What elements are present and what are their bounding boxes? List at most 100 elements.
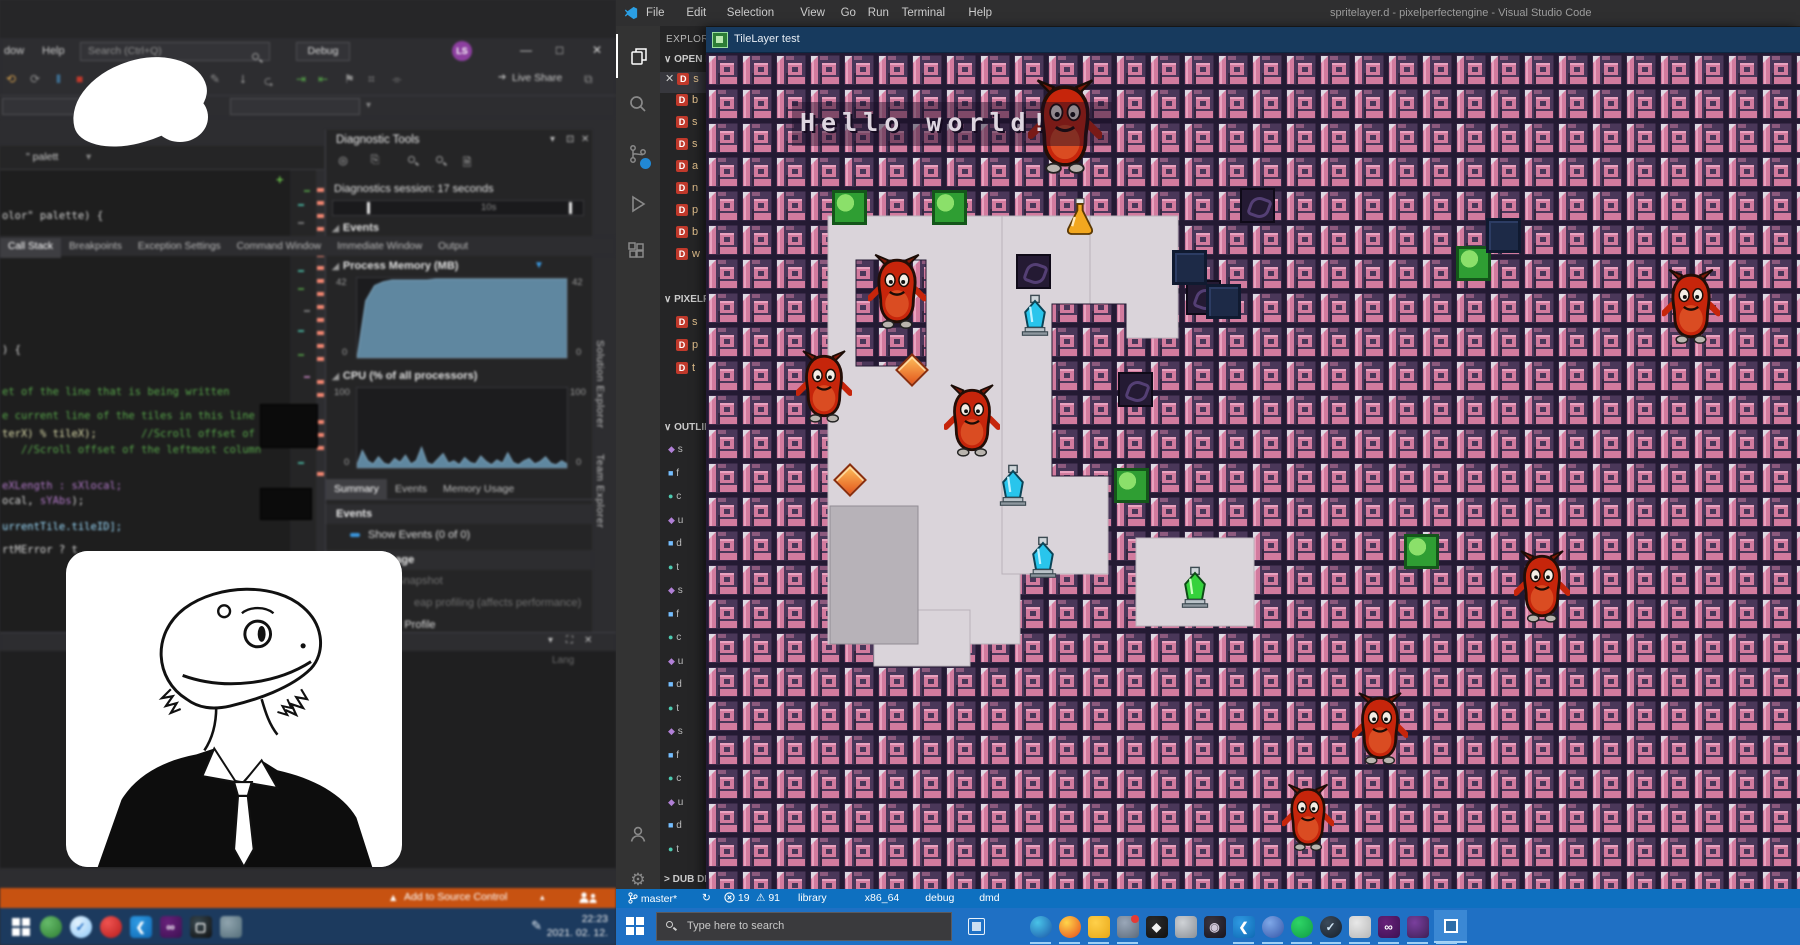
panel-close-icon[interactable]: ✕	[584, 635, 592, 646]
outline-symbol-row[interactable]: ■ d	[668, 820, 682, 831]
diag-zoom-out-icon[interactable]	[428, 154, 450, 174]
taskbar-icon-owl-app[interactable]: ◉	[1202, 914, 1227, 939]
outline-symbol-row[interactable]: ◆ s	[668, 726, 683, 737]
heap-profiling-label[interactable]: eap profiling (affects performance)	[414, 597, 581, 609]
bottom-tab-output[interactable]: Output	[430, 238, 476, 252]
team-explorer-tab[interactable]: Team Explorer	[594, 454, 606, 528]
menu-run[interactable]: Run	[868, 7, 889, 19]
minimize-button[interactable]: —	[520, 43, 532, 57]
status-item-x86_64[interactable]: x86_64	[865, 892, 899, 904]
status-item-dmd[interactable]: dmd	[979, 892, 999, 904]
live-share-icon[interactable]: ➔	[498, 72, 506, 83]
open-editor-row[interactable]: Da	[660, 160, 706, 181]
process-memory-header[interactable]: ◢Process Memory (MB)	[332, 260, 458, 272]
outline-symbol-row[interactable]: ● c	[668, 491, 681, 502]
menu-help[interactable]: Help	[968, 7, 992, 19]
cpu-section-header[interactable]: ◢CPU (% of all processors)	[332, 370, 477, 382]
taskbar-icon-firefox[interactable]	[1057, 914, 1082, 939]
notifications-icon[interactable]	[578, 891, 600, 905]
vs-combo-2[interactable]	[230, 98, 360, 115]
outline-symbol-row[interactable]: ● c	[668, 773, 681, 784]
bottom-tab-breakpoints[interactable]: Breakpoints	[61, 238, 130, 252]
dub-dependencies-section[interactable]: > DUB DE	[664, 874, 706, 885]
outline-symbol-row[interactable]: ■ f	[668, 609, 679, 620]
edit-icon[interactable]: ✎	[210, 72, 220, 86]
taskbar-icon-spotify[interactable]	[1289, 914, 1314, 939]
bottom-tab-exception-settings[interactable]: Exception Settings	[130, 238, 229, 252]
errors-status[interactable]: 19	[724, 892, 750, 904]
panel-dropdown-icon[interactable]: ▾	[550, 134, 555, 145]
open-editor-row[interactable]: Db	[660, 94, 706, 115]
timeline-caret-end[interactable]	[569, 202, 572, 214]
folder-file-row[interactable]: Dp	[660, 339, 706, 360]
outline-symbol-row[interactable]: ◆ s	[668, 585, 683, 596]
outline-symbol-row[interactable]: ◆ u	[668, 797, 683, 808]
open-editor-row[interactable]: Db	[660, 226, 706, 247]
vs-menu-window[interactable]: dow	[4, 45, 24, 57]
bookmark-icon[interactable]: ⚑	[344, 72, 355, 86]
vs-menu-help[interactable]: Help	[42, 45, 65, 57]
taskbar-icon-globe-app[interactable]	[1260, 914, 1285, 939]
share-icon[interactable]: ⧉	[584, 72, 593, 87]
windows-ink-icon[interactable]: ✎	[531, 918, 542, 934]
start-button[interactable]	[626, 917, 644, 935]
activity-run-debug-icon[interactable]	[616, 182, 660, 226]
memory-filter-icon[interactable]: ▼	[534, 260, 544, 271]
taskbar-icon-vscode[interactable]: ❮	[128, 914, 153, 939]
diag-export-icon[interactable]: ⎘	[364, 154, 386, 174]
folder-file-row[interactable]: Dt	[660, 362, 706, 383]
maximize-button[interactable]: □	[556, 43, 563, 57]
taskbar-icon-photos-app[interactable]: ▢	[188, 914, 213, 939]
panel-pin-icon[interactable]: ⊡	[566, 134, 574, 145]
outline-symbol-row[interactable]: ● t	[668, 844, 679, 855]
taskbar-icon-app-green-circle[interactable]	[38, 914, 63, 939]
add-green-icon[interactable]: +	[276, 172, 284, 187]
account-icon[interactable]	[616, 812, 660, 856]
taskbar-icon-visual-studio[interactable]: ∞	[1376, 914, 1401, 939]
show-events-link[interactable]: Show Events (0 of 0)	[350, 529, 470, 541]
branch-status[interactable]: master*	[628, 892, 677, 905]
outline-symbol-row[interactable]: ■ f	[668, 750, 679, 761]
panel-close-icon[interactable]: ✕	[581, 134, 589, 145]
outline-symbol-row[interactable]: ◆ u	[668, 656, 683, 667]
diag-tab-events[interactable]: Events	[387, 479, 435, 500]
menu-selection[interactable]: Selection	[727, 7, 774, 19]
task-view-button[interactable]	[968, 918, 985, 935]
flag2-icon[interactable]: ⌗	[368, 72, 375, 87]
menu-go[interactable]: Go	[841, 7, 856, 19]
taskbar-icon-steam[interactable]: ✓	[1318, 914, 1343, 939]
solution-explorer-tab[interactable]: Solution Explorer	[594, 340, 606, 428]
activity-explorer-icon[interactable]	[616, 34, 660, 78]
diag-settings-icon[interactable]: ◎	[332, 154, 354, 174]
vs-account-badge[interactable]: LS	[452, 41, 472, 61]
taskbar-icon-start-button[interactable]	[8, 914, 33, 939]
diag-zoom-in-icon[interactable]	[400, 154, 422, 174]
open-editor-row[interactable]: Dp	[660, 204, 706, 225]
menu-file[interactable]: File	[646, 7, 665, 19]
outline-symbol-row[interactable]: ■ d	[668, 538, 682, 549]
folder-section[interactable]: ∨ PIXELPE	[664, 294, 706, 305]
activity-source-control-icon[interactable]	[616, 132, 660, 176]
panel-expand-icon[interactable]: ⛶	[566, 635, 573, 646]
sync-icon[interactable]: ↻	[702, 892, 711, 904]
panel-dropdown-icon[interactable]: ▾	[548, 635, 553, 646]
taskbar-icon-media-app[interactable]	[1405, 914, 1430, 939]
status-item-library[interactable]: library	[798, 892, 827, 904]
taskbar-icon-app-gray[interactable]	[218, 914, 243, 939]
stop-icon[interactable]: ■	[76, 72, 83, 86]
vs-doc-dropdown[interactable]: " palett	[26, 151, 58, 163]
status-item-debug[interactable]: debug	[925, 892, 954, 904]
outline-symbol-row[interactable]: ● t	[668, 562, 679, 573]
outline-symbol-row[interactable]: ◆ s	[668, 444, 683, 455]
taskbar-icon-app-light[interactable]	[1347, 914, 1372, 939]
timeline-caret[interactable]	[367, 202, 370, 214]
taskbar-icon-file-explorer[interactable]	[1086, 914, 1111, 939]
taskbar-icon-tilelayer-window[interactable]	[1434, 910, 1467, 943]
step-over-icon[interactable]: ⮎	[264, 72, 274, 93]
close-button[interactable]: ✕	[592, 43, 602, 57]
navigate-forward-icon[interactable]: ⟳	[30, 72, 40, 86]
bottom-tab-command-window[interactable]: Command Window	[229, 238, 329, 252]
outline-symbol-row[interactable]: ◆ u	[668, 515, 683, 526]
diagnostics-timeline[interactable]: 10s	[332, 200, 584, 216]
warnings-status[interactable]: ⚠ 91	[756, 892, 780, 904]
